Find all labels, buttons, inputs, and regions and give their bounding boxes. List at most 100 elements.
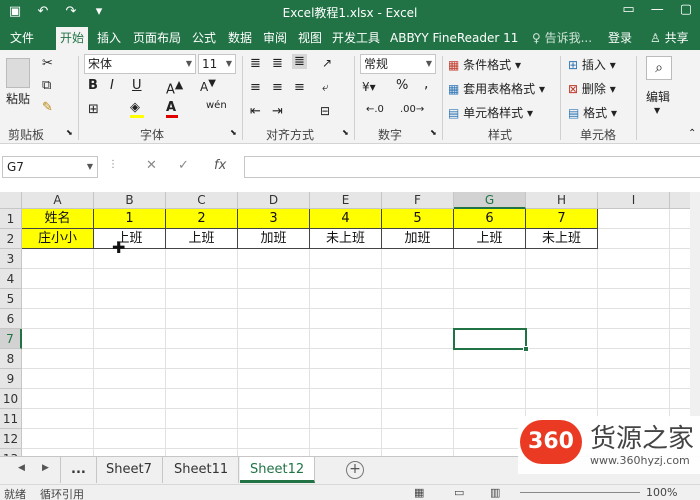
borders-icon[interactable]: ⊞ [88, 102, 99, 117]
row-header[interactable]: 1 [0, 209, 22, 229]
column-header-h[interactable]: H [526, 192, 598, 209]
column-header-c[interactable]: C [166, 192, 238, 209]
cell-h1[interactable]: 7 [526, 209, 598, 229]
sheet-tab-sheet11[interactable]: Sheet11 [164, 457, 240, 483]
tab-file[interactable]: 文件 [6, 27, 38, 50]
column-header-b[interactable]: B [94, 192, 166, 209]
cell-f1[interactable]: 5 [382, 209, 454, 229]
page-break-view-icon[interactable]: ▥ [490, 486, 500, 499]
align-right-icon[interactable]: ≡ [294, 80, 305, 95]
select-all-button[interactable] [0, 192, 22, 209]
zoom-level[interactable]: 100% [646, 486, 677, 499]
dialog-launcher-icon[interactable]: ⬊ [66, 128, 73, 137]
login-link[interactable]: 登录 [608, 27, 632, 50]
insert-cells-button[interactable]: ⊞ 插入 ▾ [568, 56, 616, 73]
paste-icon[interactable] [6, 58, 30, 88]
increase-indent-icon[interactable]: ⇥ [272, 104, 283, 119]
cell-b2[interactable]: 上班 [94, 229, 166, 249]
cell-g1[interactable]: 6 [454, 209, 526, 229]
tab-view[interactable]: 视图 [294, 27, 326, 50]
name-box[interactable]: G7 ▼ [2, 156, 98, 178]
cell-h2[interactable]: 未上班 [526, 229, 598, 249]
phonetic-button[interactable]: wén [206, 100, 227, 111]
number-format-select[interactable]: 常规 ▼ [360, 54, 436, 74]
italic-button[interactable]: I [110, 78, 114, 93]
bold-button[interactable]: B [88, 78, 98, 93]
drag-handle-icon[interactable]: ⋮ [108, 159, 118, 170]
tab-review[interactable]: 审阅 [259, 27, 291, 50]
row-header[interactable]: 8 [0, 349, 22, 369]
dialog-launcher-icon[interactable]: ⬊ [430, 128, 437, 137]
zoom-slider[interactable] [520, 492, 640, 493]
fill-handle[interactable] [523, 346, 529, 352]
format-cells-button[interactable]: ▤ 格式 ▾ [568, 104, 617, 121]
row-header[interactable]: 10 [0, 389, 22, 409]
font-color-icon[interactable]: A [166, 100, 178, 118]
dialog-launcher-icon[interactable]: ⬊ [342, 128, 349, 137]
align-left-icon[interactable]: ≡ [250, 80, 261, 95]
row-header[interactable]: 7 [0, 329, 22, 349]
page-layout-view-icon[interactable]: ▭ [454, 486, 464, 499]
cell-a1[interactable]: 姓名 [22, 209, 94, 229]
cell-b1[interactable]: 1 [94, 209, 166, 229]
row-header[interactable]: 12 [0, 429, 22, 449]
conditional-format-button[interactable]: ▦ 条件格式 ▾ [448, 56, 521, 73]
copy-icon[interactable]: ⧉ [42, 78, 51, 93]
font-size-select[interactable]: 11 ▼ [198, 54, 236, 74]
tell-me-search[interactable]: ♀ 告诉我... [532, 27, 592, 50]
column-header-e[interactable]: E [310, 192, 382, 209]
align-center-icon[interactable]: ≡ [272, 80, 283, 95]
formula-input[interactable] [244, 156, 700, 178]
row-header[interactable]: 4 [0, 269, 22, 289]
cell-d1[interactable]: 3 [238, 209, 310, 229]
decrease-decimal-icon[interactable]: .00→ [400, 104, 424, 115]
cell-a2[interactable]: 庄小小 [22, 229, 94, 249]
wrap-text-icon[interactable]: ⤶ [322, 80, 329, 95]
cell-g2[interactable]: 上班 [454, 229, 526, 249]
active-cell-selection[interactable] [453, 328, 529, 352]
editing-button[interactable]: 编辑 [646, 88, 670, 105]
currency-icon[interactable]: ¥▾ [362, 80, 376, 94]
tab-insert[interactable]: 插入 [93, 27, 125, 50]
align-middle-icon[interactable]: ≣ [272, 56, 283, 71]
cell-d2[interactable]: 加班 [238, 229, 310, 249]
paste-button[interactable]: 粘贴 [6, 90, 30, 107]
font-name-select[interactable]: 宋体 ▼ [84, 54, 196, 74]
align-bottom-icon[interactable]: ≣ [292, 54, 307, 69]
underline-button[interactable]: U [132, 78, 142, 93]
tab-data[interactable]: 数据 [224, 27, 256, 50]
tab-developer[interactable]: 开发工具 [328, 27, 384, 50]
column-header-a[interactable]: A [22, 192, 94, 209]
cell-e2[interactable]: 未上班 [310, 229, 382, 249]
column-header-g[interactable]: G [454, 192, 526, 209]
tab-abbyy[interactable]: ABBYY FineReader 11 [386, 27, 522, 50]
find-select-icon[interactable]: ⌕ [646, 56, 672, 80]
cell-c2[interactable]: 上班 [166, 229, 238, 249]
column-header-d[interactable]: D [238, 192, 310, 209]
decrease-indent-icon[interactable]: ⇤ [250, 104, 261, 119]
align-top-icon[interactable]: ≣ [250, 56, 261, 71]
tab-page-layout[interactable]: 页面布局 [129, 27, 185, 50]
decrease-font-icon[interactable]: A▼ [200, 78, 216, 94]
comma-button[interactable]: , [424, 76, 428, 92]
next-sheet-icon[interactable]: ▶ [42, 463, 49, 473]
row-header[interactable]: 2 [0, 229, 22, 249]
normal-view-icon[interactable]: ▦ [414, 486, 424, 499]
fill-color-icon[interactable]: ◈ [130, 100, 144, 118]
row-header[interactable]: 13 [0, 449, 22, 456]
column-header-i[interactable]: I [598, 192, 670, 209]
sheet-tab-sheet7[interactable]: Sheet7 [96, 457, 163, 483]
minimize-icon[interactable]: — [651, 2, 664, 17]
format-as-table-button[interactable]: ▦ 套用表格格式 ▾ [448, 80, 545, 97]
orientation-icon[interactable]: ↗ [322, 56, 332, 70]
format-painter-icon[interactable]: ✎ [42, 100, 53, 115]
row-header[interactable]: 3 [0, 249, 22, 269]
row-header[interactable]: 5 [0, 289, 22, 309]
percent-button[interactable]: % [396, 78, 408, 93]
maximize-icon[interactable]: ▢ [680, 2, 692, 17]
cell-styles-button[interactable]: ▤ 单元格样式 ▾ [448, 104, 533, 121]
collapse-ribbon-icon[interactable]: ⌃ [688, 128, 696, 139]
cell-e1[interactable]: 4 [310, 209, 382, 229]
cell-f2[interactable]: 加班 [382, 229, 454, 249]
sheet-tab-more[interactable]: ... [60, 457, 97, 483]
